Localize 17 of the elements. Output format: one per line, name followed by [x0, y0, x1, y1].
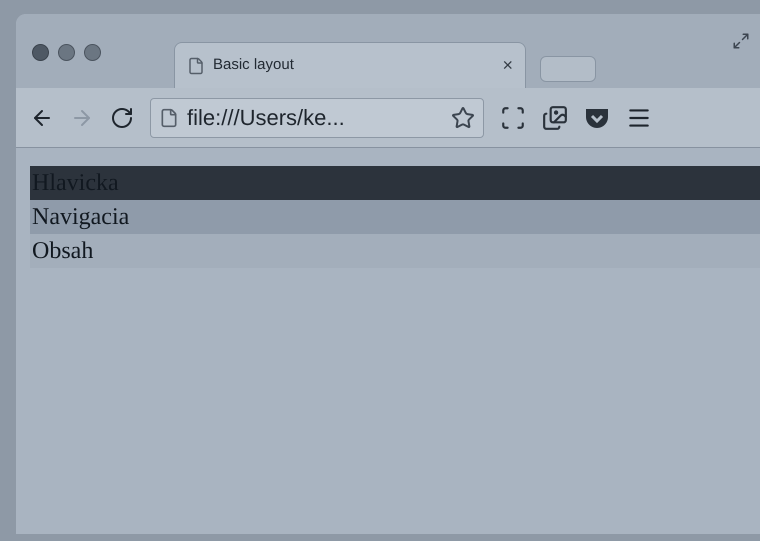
fullscreen-icon[interactable]	[732, 32, 750, 50]
address-text: file:///Users/ke...	[187, 104, 346, 132]
zoom-window-icon[interactable]	[84, 44, 101, 61]
minimize-window-icon[interactable]	[58, 44, 75, 61]
tab-close-button[interactable]: ×	[502, 52, 513, 79]
section-label: Navigacia	[32, 203, 130, 232]
tab-title: Basic layout	[213, 55, 295, 76]
images-icon[interactable]	[542, 104, 568, 130]
screen-capture-icon[interactable]	[500, 104, 526, 130]
page-icon	[159, 108, 179, 128]
star-icon[interactable]	[451, 106, 475, 130]
browser-tab[interactable]: Basic layout ×	[174, 42, 526, 88]
address-bar[interactable]: file:///Users/ke...	[150, 98, 484, 138]
reload-icon[interactable]	[110, 106, 134, 130]
section-label: Obsah	[32, 237, 94, 266]
close-window-icon[interactable]	[32, 44, 49, 61]
page-icon	[187, 56, 205, 74]
